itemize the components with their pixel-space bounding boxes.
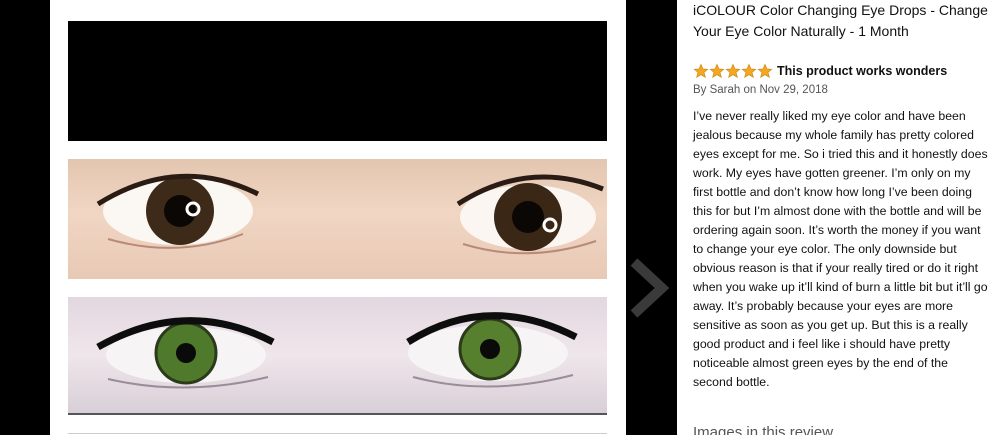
review-title: This product works wonders xyxy=(777,64,948,78)
redacted-image-block xyxy=(68,21,607,141)
star-icon xyxy=(693,63,709,79)
chevron-right-icon[interactable] xyxy=(628,258,670,318)
review-rating-row: This product works wonders xyxy=(693,63,947,79)
eye-photo-after xyxy=(68,297,607,415)
review-author-date: By Sarah on Nov 29, 2018 xyxy=(693,84,828,96)
image-divider xyxy=(68,433,607,434)
star-rating xyxy=(693,63,773,79)
star-icon xyxy=(757,63,773,79)
star-icon xyxy=(725,63,741,79)
viewer-middle-border xyxy=(626,0,677,435)
viewer-left-border xyxy=(0,0,50,435)
star-icon xyxy=(741,63,757,79)
images-in-review-heading: Images in this review xyxy=(693,424,834,435)
product-title[interactable]: iCOLOUR Color Changing Eye Drops - Chang… xyxy=(693,0,993,42)
star-icon xyxy=(709,63,725,79)
eye-photo-before xyxy=(68,159,607,279)
review-image-pane xyxy=(50,0,626,435)
review-body-text: I’ve never really liked my eye color and… xyxy=(693,109,988,389)
review-panel: iCOLOUR Color Changing Eye Drops - Chang… xyxy=(677,0,998,435)
